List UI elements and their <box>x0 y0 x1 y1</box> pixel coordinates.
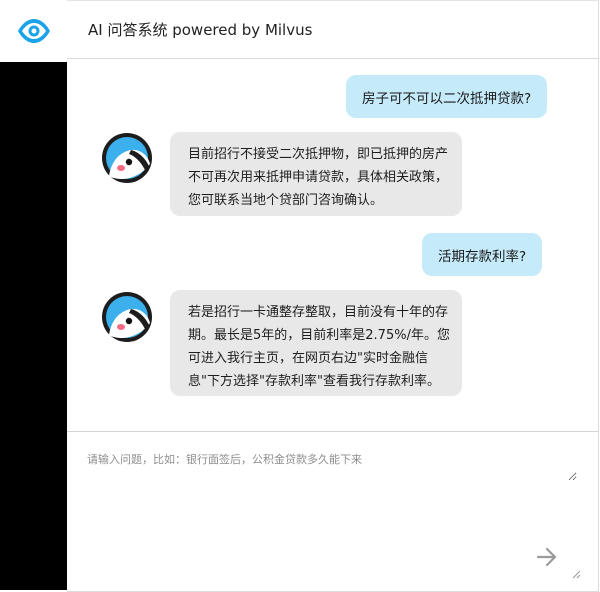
main-panel: AI 问答系统 powered by Milvus 房子可不可以二次抵押贷款? … <box>67 0 599 592</box>
bot-message: 目前招行不接受二次抵押物，即已抵押的房产 不可再次用来抵押申请贷款，具体相关政策… <box>170 132 462 216</box>
arrow-right-icon <box>536 547 557 567</box>
user-message-text: 房子可不可以二次抵押贷款? <box>362 90 532 107</box>
bot-message-line: 您可联系当地个贷部门咨询确认。 <box>188 193 384 208</box>
input-divider <box>67 431 598 432</box>
user-message: 房子可不可以二次抵押贷款? <box>346 75 548 118</box>
send-button[interactable] <box>534 544 560 570</box>
user-message: 活期存款利率? <box>422 233 543 276</box>
sidebar <box>0 0 67 590</box>
logo[interactable] <box>0 0 67 62</box>
chat-history: 房子可不可以二次抵押贷款? 目前招行不接受二次抵押物，即已抵押的房产 不可再次用… <box>67 59 598 431</box>
bird-avatar-icon <box>102 292 152 342</box>
bot-message-line: 息"下方选择"存款利率"查看我行存款利率。 <box>188 374 440 389</box>
user-message-text: 活期存款利率? <box>438 248 527 265</box>
bot-message-line: 目前招行不接受二次抵押物，即已抵押的房产 <box>188 147 449 162</box>
bot-message: 若是招行一卡通整存整取，目前没有十年的存 期。最长是5年的，目前利率是2.75%… <box>170 290 462 396</box>
bot-message-line: 可进入我行主页，在网页右边"实时金融信 <box>188 351 428 366</box>
header: AI 问答系统 powered by Milvus <box>67 1 598 59</box>
bird-avatar-icon <box>102 133 152 183</box>
bot-message-line: 若是招行一卡通整存整取，目前没有十年的存 <box>188 305 449 320</box>
bot-message-line: 不可再次用来抵押申请贷款，具体相关政策， <box>188 170 449 185</box>
question-input[interactable] <box>87 451 577 481</box>
bot-message-line: 期。最长是5年的，目前利率是2.75%/年。您 <box>188 328 450 343</box>
eye-logo-icon <box>17 19 50 43</box>
resize-grip-icon[interactable] <box>572 570 581 579</box>
page-title: AI 问答系统 powered by Milvus <box>88 21 313 39</box>
